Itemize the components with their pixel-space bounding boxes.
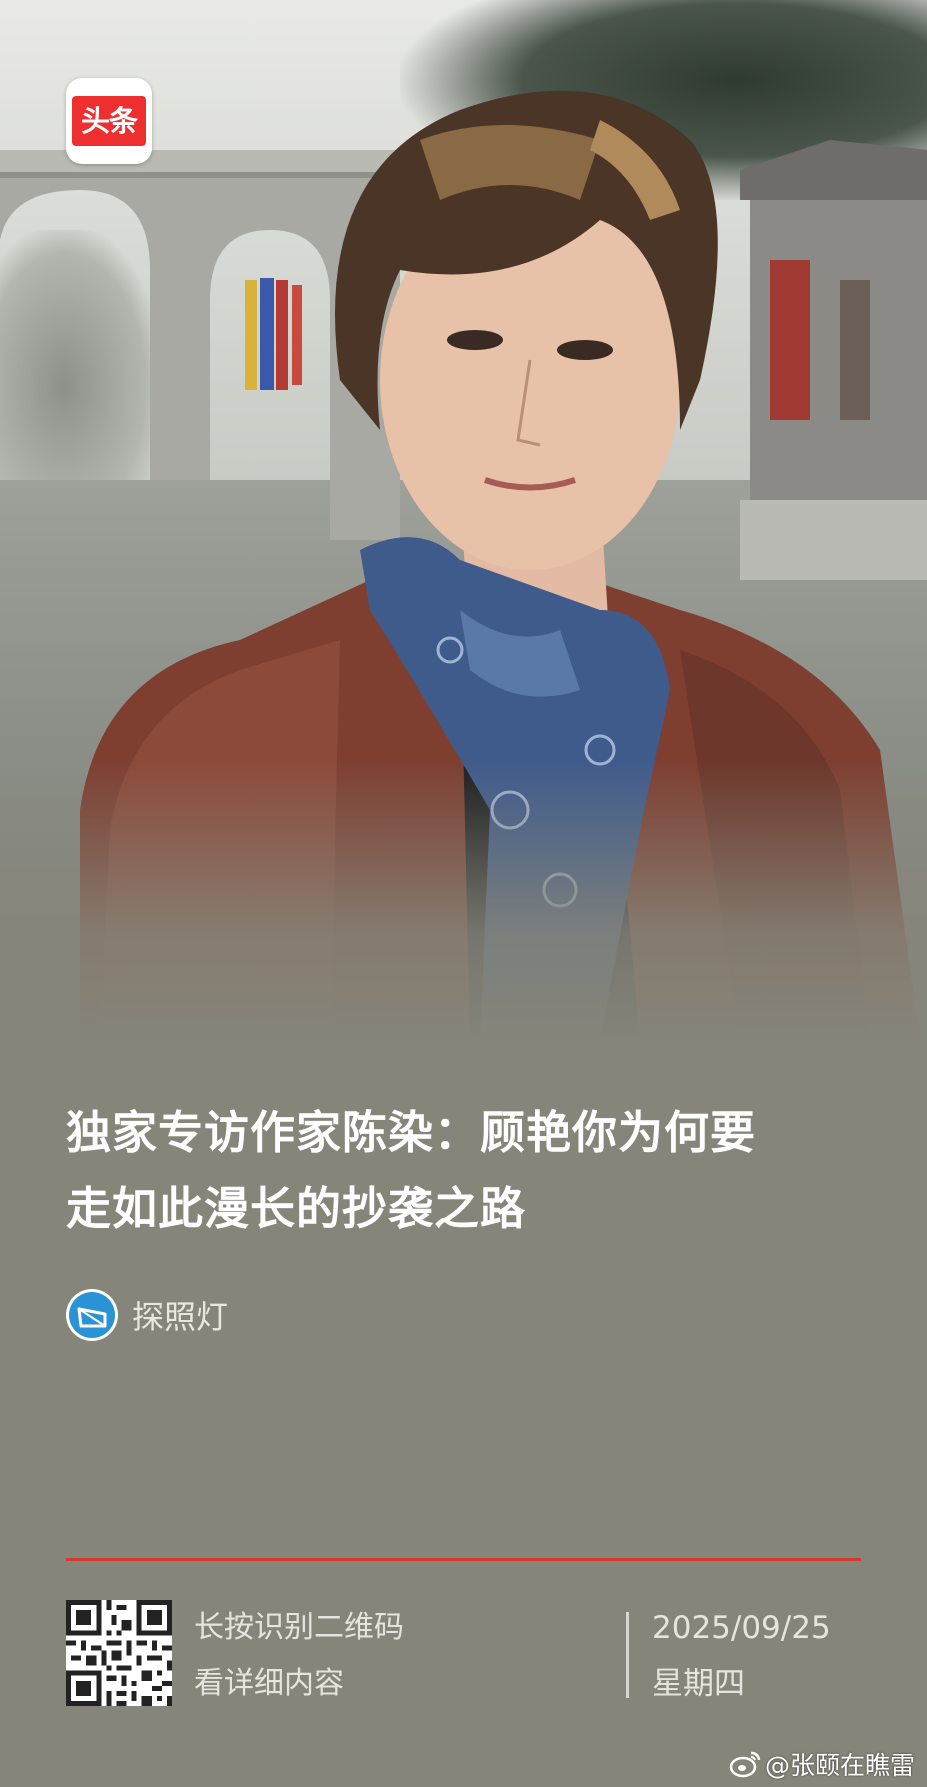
qr-code-icon[interactable] [66,1600,172,1706]
weibo-watermark: @张颐在瞧雷 [729,1748,915,1780]
scan-instruction-line1: 长按识别二维码 [194,1610,404,1645]
footer-vertical-divider [626,1612,629,1698]
article-title[interactable]: 独家专访作家陈染：顾艳你为何要 走如此漫长的抄袭之路 [66,1095,866,1247]
share-footer: 长按识别二维码 看详细内容 2025/09/25 星期四 [66,1600,866,1710]
title-line-2: 走如此漫长的抄袭之路 [66,1182,527,1235]
author-name: 探照灯 [132,1298,229,1336]
logo-text: 头条 [72,96,146,146]
author-row[interactable]: 探照灯 [66,1289,228,1341]
watermark-handle: @张颐在瞧雷 [764,1751,915,1780]
toutiao-logo-icon: 头条 [66,78,152,164]
scan-instruction-line2: 看详细内容 [194,1666,344,1701]
share-card: 头条 独家专访作家陈染：顾艳你为何要 走如此漫长的抄袭之路 探照灯 长按识别二维… [0,0,927,1787]
footer-divider [66,1558,861,1561]
title-line-1: 独家专访作家陈染：顾艳你为何要 [66,1106,757,1159]
share-weekday: 星期四 [652,1666,745,1702]
photo-fade-overlay [0,760,927,1040]
author-avatar-icon [66,1289,118,1341]
weibo-icon [729,1751,761,1778]
share-date: 2025/09/25 [652,1610,831,1646]
